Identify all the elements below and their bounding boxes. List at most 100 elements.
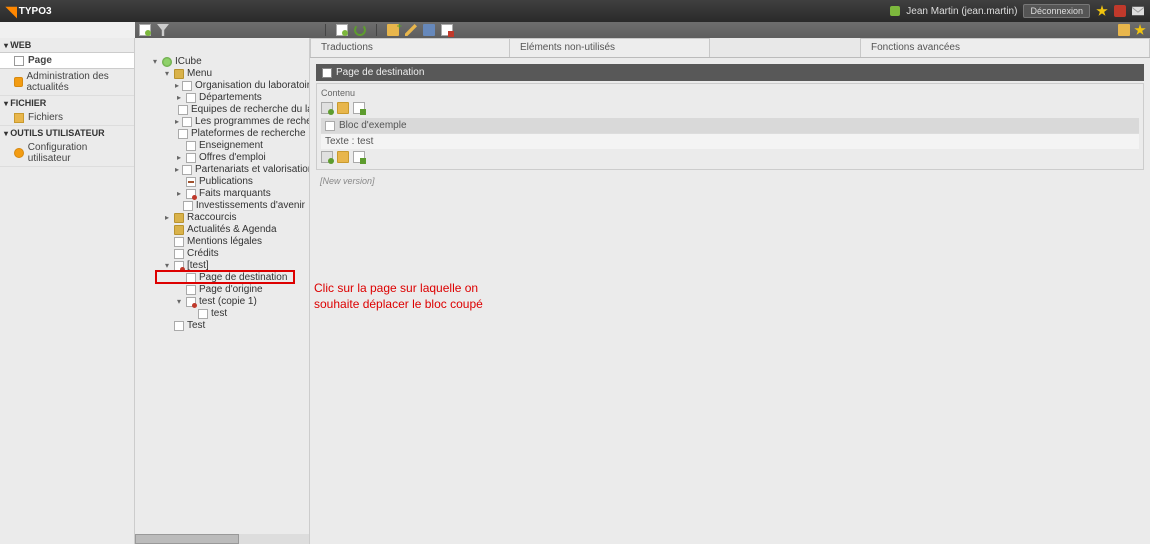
page-module-icon [14, 56, 24, 66]
tree-scrollbar-thumb[interactable] [135, 534, 239, 544]
tree-node-label: Mentions légales [187, 236, 262, 248]
tree-node[interactable]: ▾ICube [137, 56, 307, 68]
tree-node[interactable]: Enseignement [137, 140, 307, 152]
module-item-userconfig[interactable]: Configuration utilisateur [0, 140, 134, 166]
tree-toggle-icon[interactable]: ▾ [151, 56, 159, 68]
tree-node-icon [186, 297, 196, 307]
tree-toggle-icon[interactable]: ▸ [175, 92, 183, 104]
tree-node[interactable]: Plateformes de recherche [137, 128, 307, 140]
bookmark-icon[interactable] [1096, 5, 1108, 17]
save-icon[interactable] [423, 24, 435, 36]
tree-node[interactable]: ▸Offres d'emploi [137, 152, 307, 164]
toolbar-separator [325, 24, 326, 36]
tree-node[interactable]: Investissements d'avenir [137, 200, 307, 212]
page-icon[interactable] [336, 24, 348, 36]
tree-node[interactable]: test [137, 308, 307, 320]
tree-node[interactable]: ▾Menu [137, 68, 307, 80]
tree-node[interactable]: Page d'origine [137, 284, 307, 296]
content-block-header[interactable]: Bloc d'exemple [321, 118, 1139, 133]
tree-node[interactable]: ▸Les programmes de recherche transversau… [137, 116, 307, 128]
tree-toggle-icon[interactable]: ▸ [175, 80, 179, 92]
cache-icon[interactable] [1114, 5, 1126, 17]
module-head-web[interactable]: WEB [0, 38, 134, 52]
tree-toggle-icon[interactable]: ▸ [163, 212, 171, 224]
module-head-usertools[interactable]: OUTILS UTILISATEUR [0, 126, 134, 140]
tree-node[interactable]: Equipes de recherche du laboratoire ICub… [137, 104, 307, 116]
tree-node-label: [test] [187, 260, 209, 272]
paste-below-icon[interactable] [337, 151, 349, 163]
tree-node[interactable]: ▾ [test] [137, 260, 307, 272]
tree-node-label: Page d'origine [199, 284, 263, 296]
tree-node-label: Test [187, 320, 205, 332]
new-page-icon[interactable] [139, 24, 151, 36]
tree-node[interactable]: Test [137, 320, 307, 332]
tree-node-icon [162, 57, 172, 67]
module-item-page[interactable]: Page [0, 52, 134, 69]
user-display: Jean Martin (jean.martin) [906, 6, 1017, 17]
tree-node-icon [174, 249, 184, 259]
tree-node-icon [186, 141, 196, 151]
tree-node[interactable]: Page de destination [137, 272, 307, 284]
module-head-file[interactable]: FICHIER [0, 96, 134, 110]
tree-node-icon [186, 153, 196, 163]
tab-unused[interactable]: Eléments non-utilisés [510, 38, 710, 57]
module-item-news[interactable]: Administration des actualités [0, 69, 134, 95]
filter-icon[interactable] [157, 24, 169, 36]
tree-node[interactable]: ▸Organisation du laboratoire ICube [137, 80, 307, 92]
tree-node-icon [182, 165, 192, 175]
tree-node[interactable]: ▸ Partenariats et valorisation [137, 164, 307, 176]
bookmark-page-icon[interactable] [1134, 24, 1146, 36]
messages-icon[interactable] [1132, 5, 1144, 17]
tree-horizontal-scrollbar[interactable] [135, 534, 309, 544]
paste-content-icon[interactable] [337, 102, 349, 114]
new-record-icon[interactable] [387, 24, 399, 36]
new-record-below-icon[interactable] [353, 151, 365, 163]
tree-toggle-icon[interactable]: ▸ [175, 164, 179, 176]
content-block-text-value: test [357, 136, 373, 147]
tree-node-icon [178, 129, 188, 139]
delete-icon[interactable] [441, 24, 453, 36]
edit-icon[interactable] [405, 24, 417, 36]
page-header-title: Page de destination [336, 67, 424, 78]
tree-toggle-icon[interactable]: ▸ [175, 152, 183, 164]
new-version-link[interactable]: [New version] [320, 174, 1140, 188]
tree-toggle-icon[interactable]: ▾ [163, 68, 171, 80]
tree-node[interactable]: ▸ Faits marquants [137, 188, 307, 200]
tree-node-icon [198, 309, 208, 319]
tree-node-label: Partenariats et valorisation [195, 164, 310, 176]
tab-advanced[interactable]: Fonctions avancées [860, 38, 1150, 57]
clipboard-icon[interactable] [1118, 24, 1130, 36]
tree-node-label: Equipes de recherche du laboratoire ICub… [191, 104, 310, 116]
new-record-content-icon[interactable] [353, 102, 365, 114]
tree-node-icon [186, 93, 196, 103]
tree-node-label: Départements [199, 92, 262, 104]
tree-node[interactable]: Publications [137, 176, 307, 188]
tree-node[interactable]: Crédits [137, 248, 307, 260]
module-item-files[interactable]: Fichiers [0, 110, 134, 125]
tree-node-label: Page de destination [199, 272, 287, 284]
tab-translations[interactable]: Traductions [310, 38, 510, 57]
new-content-below-icon[interactable] [321, 151, 333, 163]
files-module-icon [14, 113, 24, 123]
tree-node-label: Faits marquants [199, 188, 271, 200]
tree-node-icon [174, 237, 184, 247]
tree-toggle-icon[interactable]: ▸ [175, 116, 179, 128]
tree-node[interactable]: ▾test (copie 1) [137, 296, 307, 308]
tree-node[interactable]: ▸Raccourcis [137, 212, 307, 224]
tree-node-icon [183, 201, 193, 211]
tree-toggle-icon[interactable]: ▸ [175, 188, 183, 200]
refresh-icon[interactable] [354, 24, 366, 36]
tree-node[interactable]: Actualités & Agenda [137, 224, 307, 236]
toolbar [135, 22, 1150, 38]
tree-node-icon [182, 81, 192, 91]
new-content-icon[interactable] [321, 102, 333, 114]
tree-toggle-icon[interactable]: ▾ [175, 296, 183, 308]
tree-node-label: Publications [199, 176, 253, 188]
tree-node[interactable]: Mentions légales [137, 236, 307, 248]
brand-logo: ◥ TYPO3 [6, 3, 52, 20]
tree-node[interactable]: ▸ Départements [137, 92, 307, 104]
tree-toggle-icon[interactable]: ▾ [163, 260, 171, 272]
typo3-icon: ◥ [6, 3, 17, 20]
topbar: ◥ TYPO3 Jean Martin (jean.martin) Déconn… [0, 0, 1150, 22]
logout-button[interactable]: Déconnexion [1023, 4, 1090, 18]
